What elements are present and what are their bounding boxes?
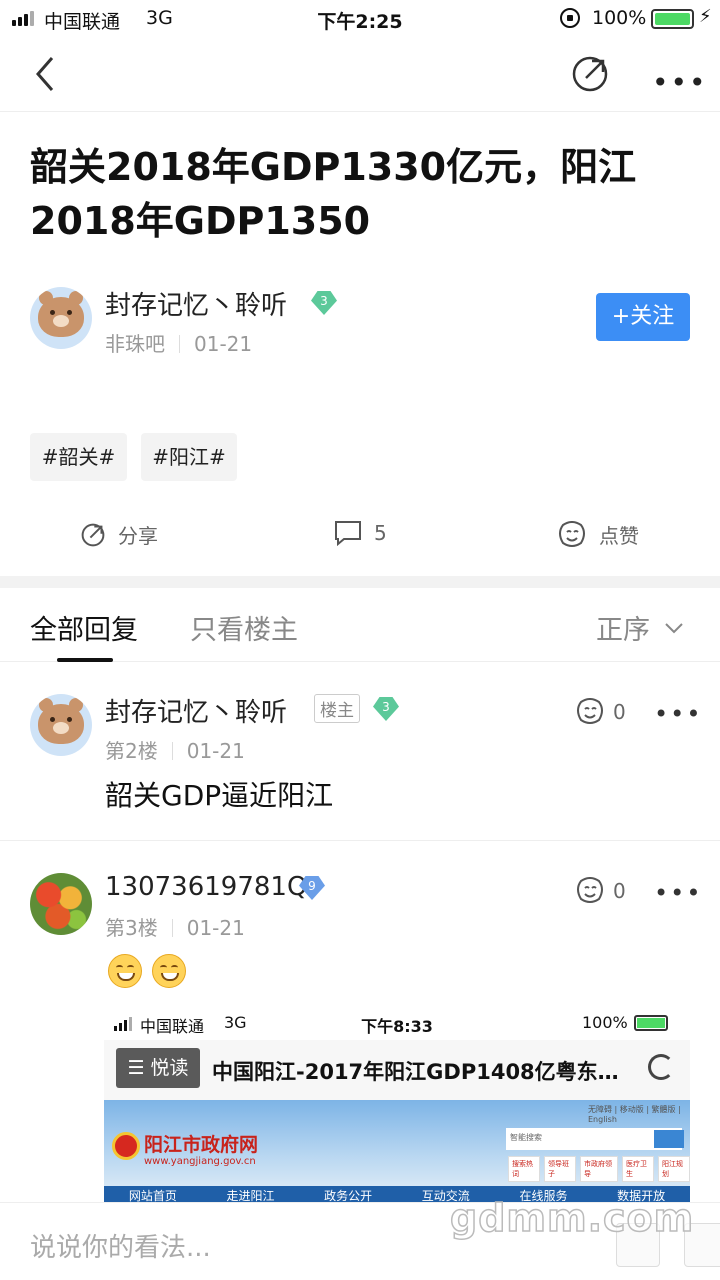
- reply-like-button[interactable]: 0: [575, 877, 626, 905]
- watermark: gdmm.com: [449, 1195, 695, 1241]
- floor-number: 第3楼: [105, 916, 158, 940]
- share-action[interactable]: 分享: [80, 520, 158, 549]
- author-name[interactable]: 封存记忆丶聆听: [105, 285, 287, 322]
- reply-input[interactable]: 说说你的看法...: [30, 1227, 211, 1264]
- comment-count: 5: [374, 521, 387, 545]
- chip: 搜索热词: [508, 1156, 540, 1182]
- reply-author[interactable]: 封存记忆丶聆听: [105, 692, 287, 729]
- reply-meta: 第3楼 01-21: [105, 912, 245, 941]
- active-tab-indicator: [57, 658, 113, 662]
- reply-divider: [0, 840, 720, 841]
- post-title: 韶关2018年GDP1330亿元，阳江2018年GDP1350: [30, 145, 637, 243]
- more-icon[interactable]: •••: [652, 66, 708, 99]
- embedded-nav-item: 政务公开: [324, 1189, 373, 1202]
- status-bar: 中国联通 3G 下午2:25 100% ⚡: [0, 0, 720, 36]
- floor-number: 第2楼: [105, 739, 158, 763]
- chevron-down-icon: [665, 622, 683, 633]
- tab-all-replies[interactable]: 全部回复: [30, 608, 138, 647]
- forum-name[interactable]: 非珠吧: [105, 332, 165, 356]
- embedded-chips: 搜索热词 领导班子 市政府领导 医疗卫生 阳江规划: [508, 1156, 690, 1182]
- embedded-top-links: 无障碍 | 移动版 | 繁體版 | English: [588, 1105, 681, 1124]
- reply-author[interactable]: 13073619781Q: [105, 872, 307, 902]
- nav-bar: •••: [0, 36, 720, 112]
- comment-icon: [335, 521, 361, 546]
- embedded-page-title: 中国阳江-2017年阳江GDP1408亿粤东…: [212, 1060, 619, 1084]
- sort-label: 正序: [596, 615, 650, 646]
- reply-image[interactable]: 中国联通 3G 下午8:33 100% ☰ 悦读 中国阳江-2017年阳江GDP…: [104, 1006, 690, 1202]
- reply-more-icon[interactable]: •••: [654, 879, 702, 907]
- battery-percent: 100%: [592, 7, 647, 29]
- reply-like-button[interactable]: 0: [575, 698, 626, 726]
- share-label: 分享: [118, 524, 158, 548]
- tab-owner-only[interactable]: 只看楼主: [190, 608, 298, 647]
- chip: 阳江规划: [658, 1156, 690, 1182]
- like-action[interactable]: 点赞: [557, 520, 639, 549]
- reply-avatar[interactable]: [30, 694, 92, 756]
- chip: 市政府领导: [580, 1156, 618, 1182]
- grin-emoji-icon: [152, 954, 186, 988]
- post-actions: 分享 5 点赞: [0, 510, 720, 566]
- like-face-icon: [559, 520, 585, 547]
- charging-icon: ⚡: [699, 6, 712, 27]
- like-label: 点赞: [599, 524, 639, 548]
- embedded-site-url: www.yangjiang.gov.cn: [144, 1156, 256, 1167]
- level-badge: 3: [311, 291, 337, 315]
- reply-more-icon[interactable]: •••: [654, 700, 702, 728]
- author-avatar[interactable]: [30, 287, 92, 349]
- reply-meta: 第2楼 01-21: [105, 735, 245, 764]
- chip: 医疗卫生: [622, 1156, 654, 1182]
- embedded-battery-percent: 100%: [582, 1013, 628, 1032]
- embedded-status-bar: 中国联通 3G 下午8:33 100%: [104, 1006, 690, 1040]
- reply-date: 01-21: [186, 916, 245, 940]
- tag-shaoguan[interactable]: #韶关#: [30, 433, 127, 481]
- embedded-nav-item: 网站首页: [128, 1189, 177, 1202]
- reply-avatar[interactable]: [30, 873, 92, 935]
- grin-emoji-icon: [108, 954, 142, 988]
- reader-mode-button: ☰ 悦读: [116, 1048, 200, 1088]
- tag-yangjiang[interactable]: #阳江#: [141, 433, 237, 481]
- reload-icon: [648, 1054, 674, 1080]
- reply-text: 韶关GDP逼近阳江: [105, 779, 334, 812]
- chip: 领导班子: [544, 1156, 576, 1182]
- owner-badge: 楼主: [314, 694, 360, 723]
- sort-dropdown[interactable]: 正序: [596, 608, 684, 647]
- level-badge: 3: [373, 697, 399, 721]
- search-icon: [654, 1130, 684, 1148]
- reply-date: 01-21: [186, 739, 245, 763]
- reader-label: 悦读: [150, 1057, 189, 1079]
- like-face-icon: [577, 877, 603, 903]
- embedded-nav-item: 走进阳江: [226, 1189, 275, 1202]
- embedded-site-banner: 无障碍 | 移动版 | 繁體版 | English 阳江市政府网 www.yan…: [104, 1100, 690, 1202]
- back-icon[interactable]: [30, 52, 60, 96]
- like-face-icon: [577, 698, 603, 724]
- like-count: 0: [613, 700, 626, 724]
- section-divider: [0, 576, 720, 588]
- embedded-site-name: 阳江市政府网: [144, 1134, 259, 1156]
- reply-tabs: 全部回复 只看楼主 正序: [0, 588, 720, 662]
- emblem-icon: [112, 1132, 140, 1160]
- battery-icon: [651, 9, 694, 29]
- follow-button[interactable]: +关注: [596, 293, 690, 341]
- post-date: 01-21: [194, 332, 253, 356]
- battery-icon: [634, 1015, 668, 1031]
- share-icon[interactable]: [570, 54, 610, 94]
- rotation-lock-icon: [560, 8, 580, 28]
- post-meta: 非珠吧 01-21: [105, 328, 252, 357]
- share-icon: [81, 523, 105, 546]
- comment-action[interactable]: 5: [334, 520, 387, 546]
- like-count: 0: [613, 879, 626, 903]
- embedded-browser-bar: ☰ 悦读 中国阳江-2017年阳江GDP1408亿粤东…: [104, 1040, 690, 1104]
